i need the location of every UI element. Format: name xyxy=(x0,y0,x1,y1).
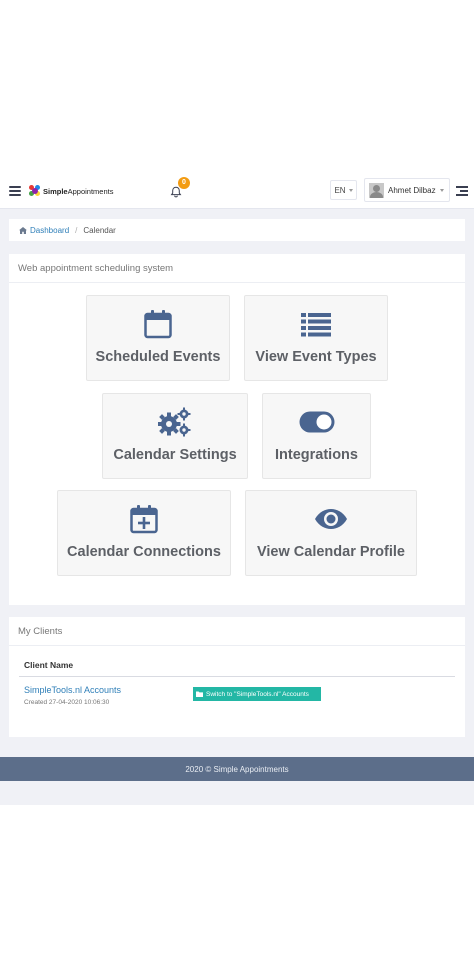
switch-account-button[interactable]: Switch to "SimpleTools.nl" Accounts xyxy=(193,687,321,701)
user-name: Ahmet Dilbaz xyxy=(388,185,436,195)
app-shell: SimpleAppointments 0 EN Ahmet Dilbaz Das… xyxy=(0,172,474,805)
scheduled-events-tile[interactable]: Scheduled Events xyxy=(86,295,230,381)
user-menu[interactable]: Ahmet Dilbaz xyxy=(364,178,450,202)
chevron-down-icon xyxy=(348,188,353,192)
tile-label: Scheduled Events xyxy=(95,349,221,365)
home-icon xyxy=(19,226,27,234)
breadcrumb: Dashboard / Calendar xyxy=(9,219,465,241)
gears-icon xyxy=(158,407,191,437)
eye-icon xyxy=(315,509,347,529)
breadcrumb-separator: / xyxy=(75,225,78,235)
list-icon xyxy=(301,313,331,337)
calendar-connections-tile[interactable]: Calendar Connections xyxy=(57,490,231,576)
calendar-menu-panel: Web appointment scheduling system Schedu… xyxy=(9,254,465,605)
avatar xyxy=(369,182,384,198)
chevron-down-icon xyxy=(439,188,444,192)
calendar-plus-icon xyxy=(130,505,158,534)
client-created-date: Created 27-04-2020 10:06:30 xyxy=(24,699,110,706)
menu-toggle-icon[interactable] xyxy=(9,186,21,196)
tile-label: View Event Types xyxy=(255,349,377,365)
language-dropdown[interactable]: EN xyxy=(330,180,357,200)
logo-mark-icon xyxy=(29,185,41,197)
tile-label: Integrations xyxy=(275,447,358,463)
language-label: EN xyxy=(334,185,346,195)
calendar-settings-tile[interactable]: Calendar Settings xyxy=(102,393,248,479)
toggle-icon xyxy=(299,411,334,433)
table-divider xyxy=(19,676,455,677)
logo-text: SimpleAppointments xyxy=(43,186,114,196)
calendar-icon xyxy=(144,310,172,339)
footer: 2020 © Simple Appointments xyxy=(0,757,474,781)
client-name-link[interactable]: SimpleTools.nl Accounts xyxy=(24,685,121,695)
column-header-client-name: Client Name xyxy=(24,660,74,670)
switch-account-label: Switch to "SimpleTools.nl" Accounts xyxy=(206,690,309,698)
breadcrumb-current: Calendar xyxy=(83,225,116,235)
panel-heading: Web appointment scheduling system xyxy=(9,254,465,283)
tile-label: Calendar Settings xyxy=(113,447,237,463)
view-calendar-profile-tile[interactable]: View Calendar Profile xyxy=(245,490,417,576)
breadcrumb-dashboard-link[interactable]: Dashboard xyxy=(19,226,69,235)
integrations-tile[interactable]: Integrations xyxy=(262,393,371,479)
brand-logo[interactable]: SimpleAppointments xyxy=(29,184,113,198)
tile-label: Calendar Connections xyxy=(67,544,221,560)
view-event-types-tile[interactable]: View Event Types xyxy=(244,295,388,381)
folder-icon xyxy=(196,691,203,697)
footer-copyright: 2020 © Simple Appointments xyxy=(185,764,289,774)
aside-toggle-icon[interactable] xyxy=(456,186,468,196)
tile-label: View Calendar Profile xyxy=(256,544,405,560)
my-clients-panel: My Clients Client Name SimpleTools.nl Ac… xyxy=(9,617,465,737)
notification-count-badge: 0 xyxy=(178,177,190,189)
panel-heading: My Clients xyxy=(9,617,465,646)
top-navbar: SimpleAppointments 0 EN Ahmet Dilbaz xyxy=(0,172,474,209)
